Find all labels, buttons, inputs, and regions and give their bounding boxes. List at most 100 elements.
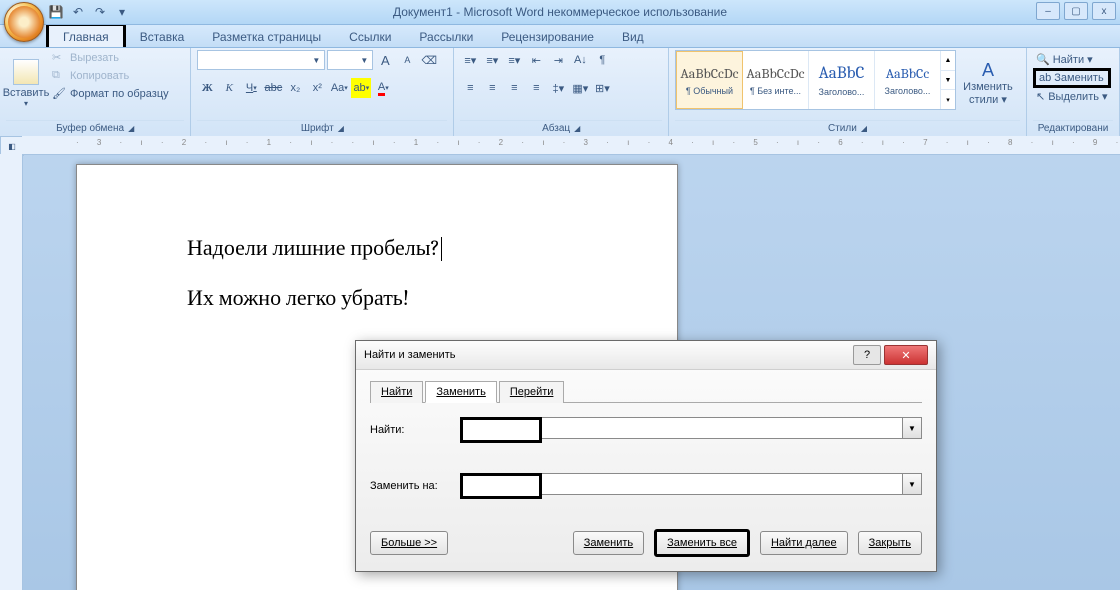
bullets-button[interactable]: ≡▾ [460, 50, 480, 70]
dialog-tab-goto[interactable]: Перейти [499, 381, 565, 403]
dialog-close-button[interactable]: ✕ [884, 345, 928, 365]
style-normal[interactable]: AaBbCcDc¶ Обычный [676, 51, 743, 109]
copy-button[interactable]: ⧉Копировать [50, 68, 171, 84]
tab-mailings[interactable]: Рассылки [405, 26, 487, 47]
replace-input-rest[interactable] [542, 473, 903, 495]
italic-button[interactable]: К [219, 78, 239, 98]
change-case-button[interactable]: Aa▾ [329, 78, 349, 98]
group-paragraph: ≡▾ ≡▾ ≡▾ ⇤ ⇥ A↓ ¶ ≡ ≡ ≡ ≡ ‡▾ ▦▾ ⊞▾ Абзац… [454, 48, 669, 136]
style-heading1[interactable]: AaBbCЗаголово... [809, 51, 875, 109]
gallery-more-icon[interactable]: ▾ [941, 90, 955, 109]
clipboard-launcher-icon[interactable]: ◢ [128, 124, 134, 133]
tab-insert[interactable]: Вставка [126, 26, 199, 47]
borders-button[interactable]: ⊞▾ [592, 78, 612, 98]
select-button[interactable]: ↖Выделить ▾ [1033, 89, 1111, 104]
gallery-down-icon[interactable]: ▼ [941, 71, 955, 91]
find-button[interactable]: 🔍Найти ▾ [1033, 52, 1111, 67]
cut-label: Вырезать [70, 52, 119, 64]
font-launcher-icon[interactable]: ◢ [338, 124, 344, 133]
redo-icon[interactable]: ↷ [92, 4, 108, 20]
styles-gallery[interactable]: AaBbCcDc¶ Обычный AaBbCcDc¶ Без инте... … [675, 50, 956, 110]
align-right-button[interactable]: ≡ [504, 78, 524, 98]
tab-review[interactable]: Рецензирование [487, 26, 608, 47]
qat-more-icon[interactable]: ▾ [114, 4, 130, 20]
group-clipboard: Вставить ▾ ✂ Вырезать ⧉Копировать 🖌Формат… [0, 48, 191, 136]
horizontal-ruler[interactable]: · 3 · ı · 2 · ı · 1 · ı · · ı · 1 · ı · … [22, 136, 1120, 155]
close-window-button[interactable]: x [1092, 2, 1116, 20]
replace-input[interactable] [460, 473, 542, 499]
style-preview: AaBbCcDc [746, 65, 804, 82]
save-icon[interactable]: 💾 [48, 4, 64, 20]
cut-button[interactable]: ✂ Вырезать [50, 50, 171, 66]
case-label: Aa [331, 82, 344, 94]
clear-formatting-button[interactable]: ⌫ [419, 50, 439, 70]
dialog-tab-find[interactable]: Найти [370, 381, 423, 403]
align-left-button[interactable]: ≡ [460, 78, 480, 98]
replace-dropdown-icon[interactable]: ▼ [903, 473, 922, 495]
decrease-indent-button[interactable]: ⇤ [526, 50, 546, 70]
line-spacing-button[interactable]: ‡▾ [548, 78, 568, 98]
vertical-ruler[interactable] [0, 154, 23, 590]
format-painter-button[interactable]: 🖌Формат по образцу [50, 86, 171, 102]
paragraph-launcher-icon[interactable]: ◢ [574, 124, 580, 133]
maximize-button[interactable]: ▢ [1064, 2, 1088, 20]
align-center-button[interactable]: ≡ [482, 78, 502, 98]
replace-button[interactable]: abЗаменить [1033, 68, 1111, 88]
grow-font-button[interactable]: A [375, 50, 395, 70]
select-label: Выделить ▾ [1048, 90, 1107, 103]
shading-button[interactable]: ▦▾ [570, 78, 590, 98]
font-group-label: Шрифт [301, 123, 334, 134]
dialog-help-button[interactable]: ? [853, 345, 881, 365]
replace-all-button[interactable]: Заменить все [654, 529, 750, 557]
change-styles-button[interactable]: A Изменить стили ▾ [960, 50, 1016, 116]
cursor-icon: ↖ [1036, 90, 1045, 103]
replace-one-button[interactable]: Заменить [573, 531, 644, 555]
shrink-font-button[interactable]: A [397, 50, 417, 70]
change-styles-icon: A [982, 60, 994, 81]
dialog-titlebar[interactable]: Найти и заменить ? ✕ [356, 341, 936, 370]
strikethrough-button[interactable]: abc [263, 78, 283, 98]
scissors-icon: ✂ [52, 51, 66, 65]
group-font: ▼ ▼ A A ⌫ Ж К Ч ▾ abc x₂ x² Aa▾ ab▾ A▾ Ш… [191, 48, 454, 136]
ribbon-tabs: Главная Вставка Разметка страницы Ссылки… [0, 25, 1120, 48]
page-content[interactable]: Надоели лишние пробелы? Их можно легко у… [77, 165, 677, 311]
tab-page-layout[interactable]: Разметка страницы [198, 26, 335, 47]
paste-button[interactable]: Вставить ▾ [6, 50, 46, 116]
change-styles-label: Изменить стили ▾ [960, 81, 1016, 105]
find-next-button[interactable]: Найти далее [760, 531, 848, 555]
highlight-button[interactable]: ab▾ [351, 78, 371, 98]
superscript-button[interactable]: x² [307, 78, 327, 98]
style-no-spacing[interactable]: AaBbCcDc¶ Без инте... [743, 51, 809, 109]
find-input[interactable] [460, 417, 542, 443]
tab-view[interactable]: Вид [608, 26, 658, 47]
close-dialog-button[interactable]: Закрыть [858, 531, 922, 555]
more-button[interactable]: Больше >> [370, 531, 448, 555]
subscript-button[interactable]: x₂ [285, 78, 305, 98]
font-size-combo[interactable]: ▼ [327, 50, 373, 70]
gallery-up-icon[interactable]: ▲ [941, 51, 955, 71]
undo-icon[interactable]: ↶ [70, 4, 86, 20]
dialog-tab-replace[interactable]: Заменить [425, 381, 496, 403]
increase-indent-button[interactable]: ⇥ [548, 50, 568, 70]
styles-launcher-icon[interactable]: ◢ [861, 124, 867, 133]
show-marks-button[interactable]: ¶ [592, 50, 612, 70]
ruler-corner[interactable]: ◧ [0, 136, 24, 156]
tab-home[interactable]: Главная [46, 23, 126, 47]
bold-button[interactable]: Ж [197, 78, 217, 98]
office-button[interactable] [4, 2, 44, 42]
tab-references[interactable]: Ссылки [335, 26, 405, 47]
replace-with-label: Заменить на: [370, 480, 460, 492]
font-color-button[interactable]: A▾ [373, 78, 393, 98]
find-dropdown-icon[interactable]: ▼ [903, 417, 922, 439]
multilevel-button[interactable]: ≡▾ [504, 50, 524, 70]
minimize-button[interactable]: – [1036, 2, 1060, 20]
group-editing: 🔍Найти ▾ abЗаменить ↖Выделить ▾ Редактир… [1027, 48, 1120, 136]
dialog-title: Найти и заменить [364, 349, 455, 361]
style-heading2[interactable]: AaBbCcЗаголово... [875, 51, 941, 109]
find-input-rest[interactable] [542, 417, 903, 439]
numbering-button[interactable]: ≡▾ [482, 50, 502, 70]
sort-button[interactable]: A↓ [570, 50, 590, 70]
underline-button[interactable]: Ч ▾ [241, 78, 261, 98]
font-name-combo[interactable]: ▼ [197, 50, 325, 70]
justify-button[interactable]: ≡ [526, 78, 546, 98]
